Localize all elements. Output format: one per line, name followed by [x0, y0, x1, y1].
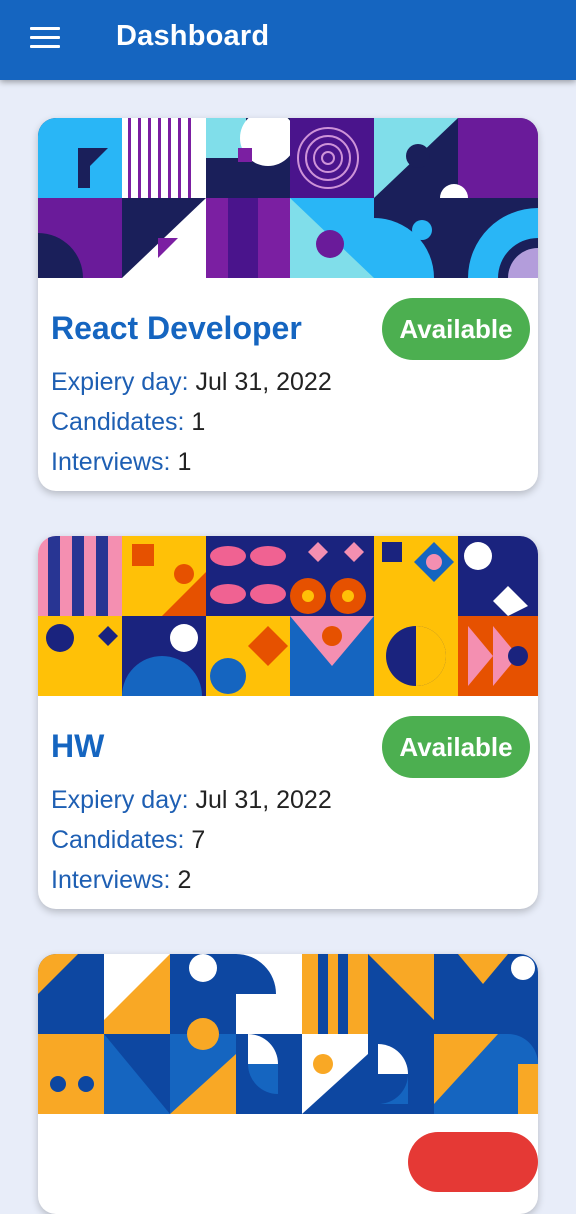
- status-badge[interactable]: [408, 1132, 538, 1192]
- candidates-label: Candidates:: [51, 826, 185, 854]
- candidates-value: 1: [191, 408, 206, 436]
- candidates-label: Candidates:: [51, 408, 185, 436]
- expiry-row: Expiery day: Jul 31, 2022: [51, 786, 332, 815]
- job-card[interactable]: React Developer Available Expiery day: J…: [38, 118, 538, 491]
- interviews-value: 2: [177, 866, 192, 894]
- candidates-row: Candidates: 1: [51, 408, 205, 437]
- status-badge[interactable]: Available: [382, 716, 530, 778]
- interviews-row: Interviews: 1: [51, 448, 191, 477]
- interviews-label: Interviews:: [51, 866, 171, 894]
- status-badge[interactable]: Available: [382, 298, 530, 360]
- hamburger-menu-icon[interactable]: [30, 27, 60, 49]
- candidates-row: Candidates: 7: [51, 826, 205, 855]
- expiry-value: Jul 31, 2022: [195, 368, 332, 396]
- interviews-value: 1: [177, 448, 192, 476]
- expiry-value: Jul 31, 2022: [195, 786, 332, 814]
- job-card[interactable]: [38, 954, 538, 1214]
- card-banner-image: [38, 536, 538, 696]
- card-banner-image: [38, 954, 538, 1114]
- expiry-row: Expiery day: Jul 31, 2022: [51, 368, 332, 397]
- job-title: HW: [51, 728, 105, 764]
- interviews-label: Interviews:: [51, 448, 171, 476]
- page-title: Dashboard: [116, 20, 270, 52]
- expiry-label: Expiery day:: [51, 786, 189, 814]
- candidates-value: 7: [191, 826, 206, 854]
- app-bar: Dashboard: [0, 0, 576, 80]
- job-card[interactable]: HW Available Expiery day: Jul 31, 2022 C…: [38, 536, 538, 909]
- job-title: React Developer: [51, 310, 302, 346]
- card-banner-image: [38, 118, 538, 278]
- expiry-label: Expiery day:: [51, 368, 189, 396]
- interviews-row: Interviews: 2: [51, 866, 191, 895]
